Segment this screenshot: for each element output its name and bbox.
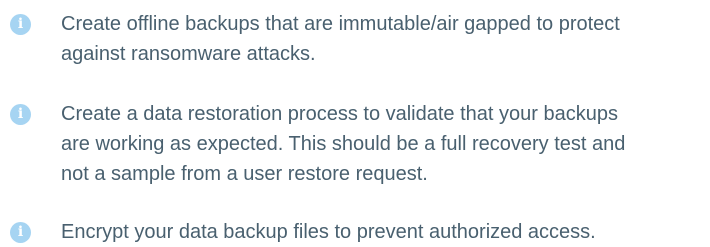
tip-text: Create offline backups that are immutabl…: [61, 9, 701, 69]
tip-text-line: Create offline backups that are immutabl…: [61, 13, 620, 35]
tips-list: i Create offline backups that are immuta…: [0, 0, 710, 243]
tip-text-line: are working as expected. This should be …: [61, 133, 626, 155]
tip-text: Create a data restoration process to val…: [61, 99, 701, 189]
tip-text: Encrypt your data backup files to preven…: [61, 217, 701, 247]
tip-text-line: against ransomware attacks.: [61, 43, 316, 65]
tip-text-line: Create a data restoration process to val…: [61, 103, 618, 125]
info-icon: i: [10, 104, 31, 125]
info-icon: i: [10, 222, 31, 243]
tip-text-line: not a sample from a user restore request…: [61, 163, 428, 185]
info-icon: i: [10, 14, 31, 35]
tip-text-line: Encrypt your data backup files to preven…: [61, 221, 596, 243]
